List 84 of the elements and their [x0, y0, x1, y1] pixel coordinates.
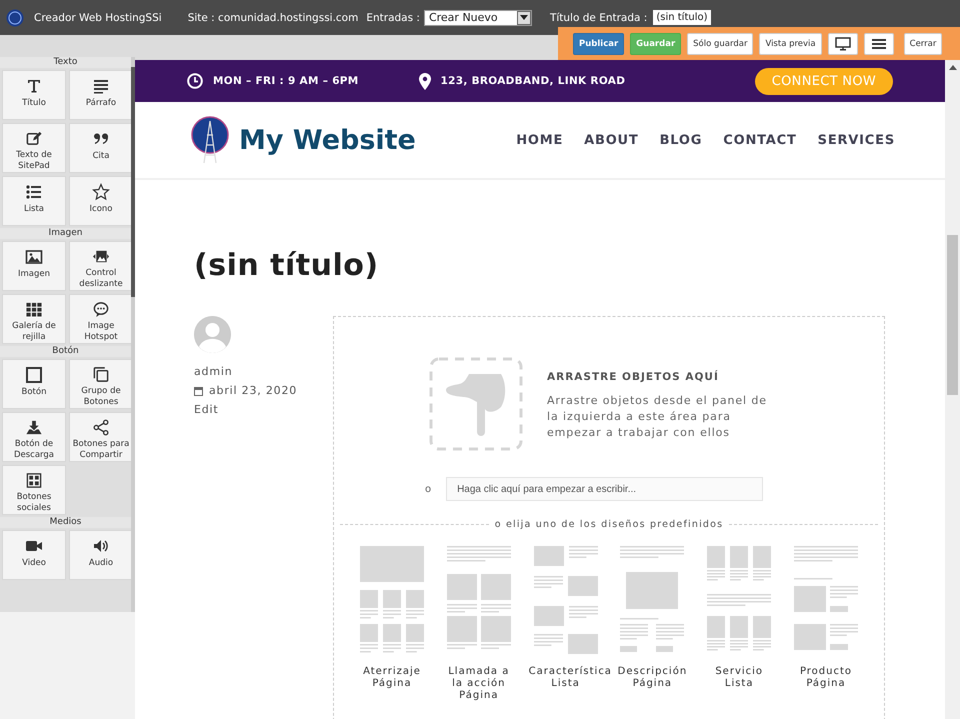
site-label: Site : comunidad.hostingssi.com [188, 12, 358, 24]
entries-label: Entradas : [366, 12, 420, 24]
layout-option[interactable]: Descripción Página [609, 546, 696, 702]
menu-icon [872, 38, 886, 50]
widget-tile[interactable]: Audio [69, 530, 133, 580]
widget-tile[interactable]: Cita [69, 123, 133, 173]
speech-bubble-icon [92, 301, 110, 318]
widget-tile[interactable]: Grupo de Botones [69, 359, 133, 409]
desktop-view-button[interactable] [828, 32, 858, 54]
widget-tile[interactable]: Botones sociales [2, 465, 66, 515]
address-text: 123, BROADBAND, LINK ROAD [440, 75, 626, 87]
widget-tile[interactable]: Botón [2, 359, 66, 409]
widget-tile[interactable]: Image Hotspot [69, 294, 133, 344]
grid-icon [25, 301, 43, 318]
section-header: Medios [0, 517, 131, 528]
location-pin-icon [418, 72, 431, 90]
widget-tile[interactable]: Lista [2, 176, 66, 226]
menu-button[interactable] [864, 32, 894, 54]
nav-link[interactable]: ABOUT [584, 132, 639, 148]
scroll-thumb[interactable] [947, 235, 958, 395]
avatar-icon [194, 316, 231, 353]
monitor-icon [834, 36, 851, 50]
widget-tile[interactable]: Icono [69, 176, 133, 226]
layout-option[interactable]: Aterrizaje Página [349, 546, 435, 702]
layout-option[interactable]: Servicio Lista [696, 546, 782, 702]
layouts-divider-text: o elija uno de los diseños predefinidos [494, 519, 724, 530]
scroll-up-icon[interactable] [948, 65, 956, 70]
image-icon [25, 248, 43, 266]
logo-icon [6, 8, 24, 26]
widget-tile[interactable]: Párrafo [69, 70, 133, 120]
hours-text: MON – FRI : 9 AM – 6PM [213, 75, 359, 87]
widget-tile[interactable]: Botones para Compartir [69, 412, 133, 462]
widget-tile[interactable]: Imagen [2, 241, 66, 291]
text-input-field[interactable]: Haga clic aquí para empezar a escribir... [446, 477, 764, 501]
drop-heading: ARRASTRE OBJETOS AQUÍ [547, 371, 720, 383]
widget-tile[interactable]: Video [2, 530, 66, 580]
or-text: o [424, 484, 432, 494]
section-header: Imagen [0, 228, 131, 239]
nav-link[interactable]: HOME [516, 132, 564, 148]
widget-tile[interactable]: Galería de rejilla [2, 294, 66, 344]
list-icon [25, 183, 43, 201]
publish-button[interactable]: Publicar [573, 32, 624, 54]
author-name: admin [194, 365, 234, 378]
download-icon [25, 419, 43, 436]
square-icon [25, 366, 43, 384]
slider-icon [92, 248, 110, 265]
nav-link[interactable]: BLOG [660, 132, 702, 148]
entries-dropdown[interactable]: Crear Nuevo [424, 10, 532, 26]
clock-icon [187, 73, 203, 89]
entry-title-label: Título de Entrada : [550, 12, 648, 24]
layout-option[interactable]: Característica Lista [522, 546, 609, 702]
scrollbar[interactable] [131, 57, 135, 612]
pointing-hand-icon [429, 357, 523, 451]
site-brand: My Website [239, 124, 416, 156]
drop-instructions: Arrastre objetos desde el panel de la izquierda a este área para empezar a trabajar con ellos [547, 393, 768, 441]
widget-tile[interactable]: Texto de SitePad [2, 123, 66, 173]
widget-tile[interactable]: Botón de Descarga [2, 412, 66, 462]
layout-option[interactable]: Producto Página [782, 546, 869, 702]
entry-title-field[interactable]: (sin título) [653, 10, 711, 25]
edit-icon [25, 130, 43, 147]
text-icon [25, 77, 43, 95]
layout-option[interactable]: Llamada a la acción Página [436, 546, 522, 702]
share-icon [92, 419, 110, 436]
post-title: (sin título) [194, 248, 380, 283]
edit-link[interactable]: Edit [194, 403, 333, 416]
widget-tile[interactable]: Título [2, 70, 66, 120]
widget-tile[interactable]: Control deslizante [69, 241, 133, 291]
calendar-icon [194, 386, 203, 396]
section-header: Botón [0, 346, 131, 357]
app-title: Creador Web HostingSSi [34, 12, 162, 24]
scroll-thumb[interactable] [131, 67, 135, 297]
tower-logo-icon [191, 115, 229, 165]
social-grid-icon [25, 472, 43, 489]
toolbar-button[interactable]: Cerrar [904, 32, 942, 54]
paragraph-icon [92, 77, 110, 95]
star-icon [92, 183, 110, 201]
copy-icon [92, 366, 110, 383]
section-header: Texto [0, 57, 131, 68]
toolbar-button[interactable]: Vista previa [759, 32, 822, 54]
toolbar-button[interactable]: Sólo guardar [687, 32, 754, 54]
nav-link[interactable]: SERVICES [818, 132, 895, 148]
nav-link[interactable]: CONTACT [723, 132, 797, 148]
caret-icon [520, 15, 528, 20]
post-date: abril 23, 2020 [209, 384, 298, 397]
